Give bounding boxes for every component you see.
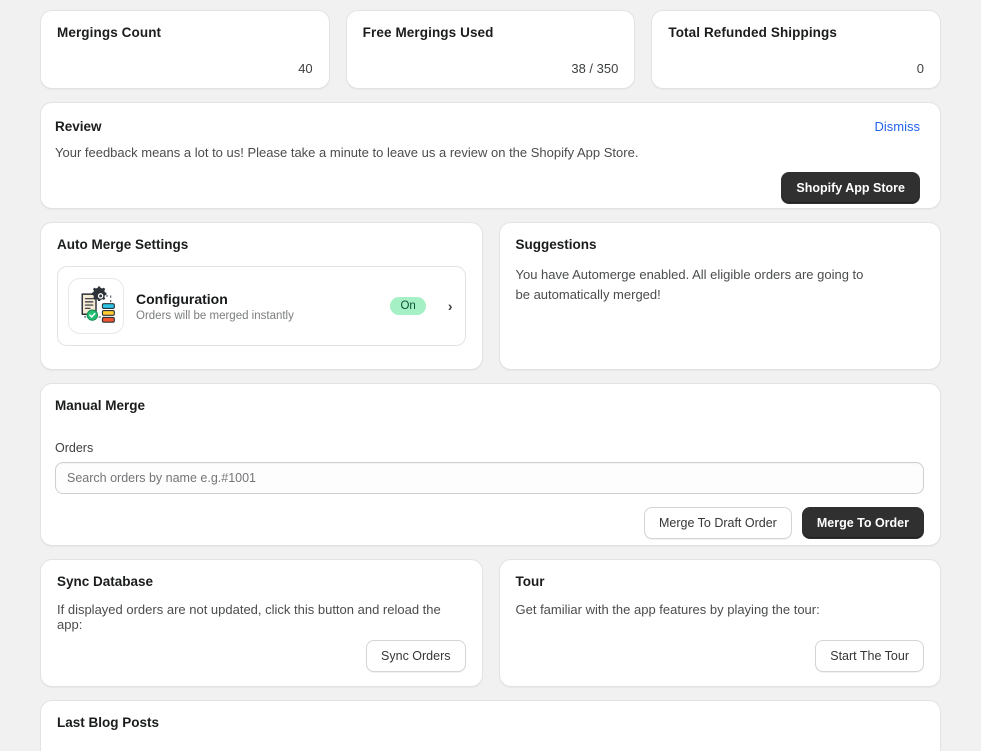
orders-field-label: Orders	[55, 441, 94, 455]
tour-title: Tour	[515, 574, 545, 589]
status-badge: On	[390, 297, 426, 315]
tour-body-text: Get familiar with the app features by pl…	[515, 602, 820, 617]
suggestions-body-text: You have Automerge enabled. All eligible…	[515, 267, 864, 303]
configuration-row[interactable]: Configuration Orders will be merged inst…	[57, 266, 466, 346]
dashboard-page: Mergings Count 40 Free Mergings Used 38 …	[0, 0, 981, 751]
sync-database-card: Sync Database If displayed orders are no…	[40, 559, 483, 687]
stat-value: 38 / 350	[571, 61, 619, 76]
chevron-right-icon[interactable]: ›	[448, 298, 453, 314]
stat-card-free-mergings-used: Free Mergings Used 38 / 350	[345, 10, 636, 89]
last-blog-posts-title: Last Blog Posts	[57, 715, 160, 730]
merge-to-order-button[interactable]: Merge To Order	[801, 507, 924, 540]
tour-card: Tour Get familiar with the app features …	[498, 559, 941, 687]
sync-database-actions: Sync Orders	[366, 639, 466, 672]
search-orders-input[interactable]	[55, 462, 924, 494]
configuration-gear-document-icon	[68, 278, 124, 334]
sync-database-title: Sync Database	[57, 574, 154, 589]
sync-orders-button[interactable]: Sync Orders	[366, 639, 466, 672]
review-title: Review	[55, 119, 102, 134]
last-blog-posts-card: Last Blog Posts	[40, 700, 941, 751]
stat-title: Free Mergings Used	[362, 25, 494, 40]
manual-merge-title: Manual Merge	[55, 398, 146, 413]
stat-value: 40	[298, 61, 313, 76]
configuration-text: Configuration Orders will be merged inst…	[136, 290, 378, 322]
manual-merge-card: Manual Merge Orders Merge To Draft Order…	[40, 383, 941, 546]
configuration-title: Configuration	[136, 291, 228, 308]
automerge-suggestions-row: Auto Merge Settings Configuration Orders…	[40, 222, 941, 370]
suggestions-card: Suggestions You have Automerge enabled. …	[498, 222, 941, 370]
sync-tour-row: Sync Database If displayed orders are no…	[40, 559, 941, 687]
auto-merge-settings-title: Auto Merge Settings	[57, 237, 189, 252]
tour-actions: Start The Tour	[815, 639, 924, 672]
stat-card-total-refunded-shippings: Total Refunded Shippings 0	[651, 10, 942, 89]
configuration-subtitle: Orders will be merged instantly	[136, 309, 294, 322]
stat-title: Mergings Count	[57, 25, 162, 40]
review-header: Review Dismiss	[55, 119, 920, 134]
manual-merge-actions: Merge To Draft Order Merge To Order	[55, 507, 924, 540]
stat-title: Total Refunded Shippings	[668, 25, 837, 40]
stat-card-mergings-count: Mergings Count 40	[40, 10, 330, 89]
review-actions: Shopify App Store	[55, 172, 920, 205]
stat-value: 0	[916, 61, 925, 76]
review-body-text: Your feedback means a lot to us! Please …	[55, 145, 639, 160]
stats-row: Mergings Count 40 Free Mergings Used 38 …	[40, 10, 942, 89]
shopify-app-store-button[interactable]: Shopify App Store	[781, 172, 920, 205]
auto-merge-settings-card: Auto Merge Settings Configuration Orders…	[40, 222, 483, 370]
suggestions-title: Suggestions	[515, 237, 597, 252]
review-card: Review Dismiss Your feedback means a lot…	[40, 102, 941, 209]
merge-to-draft-order-button[interactable]: Merge To Draft Order	[643, 507, 792, 540]
start-the-tour-button[interactable]: Start The Tour	[815, 639, 924, 672]
dismiss-link[interactable]: Dismiss	[875, 119, 921, 134]
sync-database-body-text: If displayed orders are not updated, cli…	[57, 602, 441, 632]
